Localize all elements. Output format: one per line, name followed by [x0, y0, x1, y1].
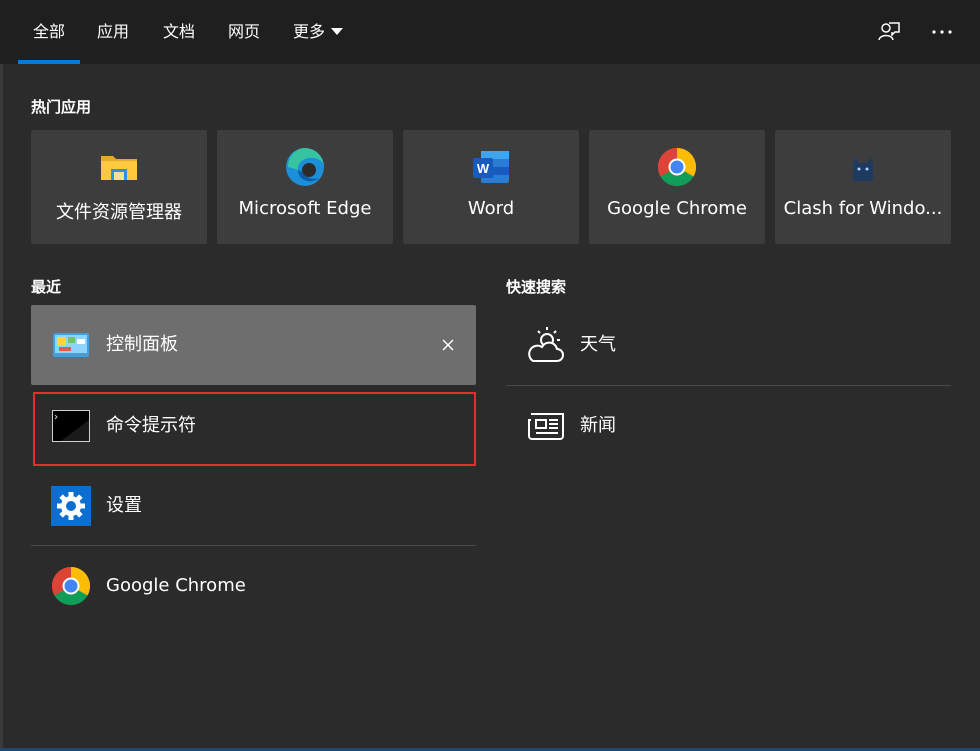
quick-search-news[interactable]: 新闻 — [506, 386, 951, 466]
app-tile-chrome[interactable]: Google Chrome — [589, 130, 765, 244]
app-tile-clash[interactable]: Clash for Windo... — [775, 130, 951, 244]
chrome-icon — [657, 147, 697, 187]
tab-apps[interactable]: 应用 — [97, 0, 129, 64]
desktop-edge — [0, 0, 3, 751]
quick-search-label: 天气 — [580, 334, 616, 355]
app-tile-label: Microsoft Edge — [238, 198, 372, 219]
app-tile-label: Clash for Windo... — [783, 198, 943, 219]
recent-item-chrome[interactable]: Google Chrome — [31, 546, 476, 626]
svg-text:W: W — [477, 161, 490, 176]
recent-item-label: 控制面板 — [106, 334, 178, 355]
tab-label: 文档 — [163, 22, 196, 41]
settings-gear-icon — [51, 486, 91, 526]
quick-search-title: 快速搜索 — [506, 278, 567, 296]
app-tile-file-explorer[interactable]: 文件资源管理器 — [31, 130, 207, 244]
app-tile-label: 文件资源管理器 — [56, 202, 182, 223]
weather-icon — [525, 325, 567, 365]
tab-label: 网页 — [228, 22, 261, 41]
recent-item-settings[interactable]: 设置 — [31, 466, 476, 546]
feedback-icon[interactable] — [875, 18, 903, 46]
tab-web[interactable]: 网页 — [228, 0, 260, 64]
quick-search-label: 新闻 — [580, 415, 616, 436]
command-prompt-icon — [51, 406, 91, 446]
app-tile-edge[interactable]: Microsoft Edge — [217, 130, 393, 244]
recent-item-control-panel[interactable]: 控制面板 — [31, 305, 476, 385]
recent-item-label: Google Chrome — [106, 575, 246, 596]
chevron-down-icon — [331, 27, 344, 35]
clash-icon — [843, 147, 883, 187]
recent-item-command-prompt[interactable]: 命令提示符 — [31, 386, 476, 466]
control-panel-icon — [51, 325, 91, 365]
recent-item-label: 命令提示符 — [106, 415, 196, 436]
close-icon[interactable] — [438, 335, 458, 355]
chrome-icon — [51, 566, 91, 606]
word-icon: W — [471, 147, 511, 187]
tab-label: 更多 — [293, 22, 326, 41]
app-tile-label: Google Chrome — [607, 198, 747, 219]
tab-documents[interactable]: 文档 — [163, 0, 195, 64]
recent-item-label: 设置 — [106, 495, 142, 516]
quick-search-weather[interactable]: 天气 — [506, 305, 951, 385]
tab-label: 应用 — [97, 22, 130, 41]
search-tab-bar: 全部 应用 文档 网页 更多 — [0, 0, 980, 64]
recent-title: 最近 — [31, 278, 62, 296]
news-icon — [525, 406, 567, 446]
tab-more[interactable]: 更多 — [293, 0, 344, 64]
app-tile-word[interactable]: W Word — [403, 130, 579, 244]
file-explorer-icon — [99, 147, 139, 187]
top-apps-title: 热门应用 — [31, 98, 92, 116]
more-options-icon[interactable] — [928, 18, 956, 46]
tab-label: 全部 — [33, 22, 66, 41]
app-tile-label: Word — [467, 198, 515, 219]
edge-icon — [285, 147, 325, 187]
tab-all[interactable]: 全部 — [17, 0, 81, 64]
